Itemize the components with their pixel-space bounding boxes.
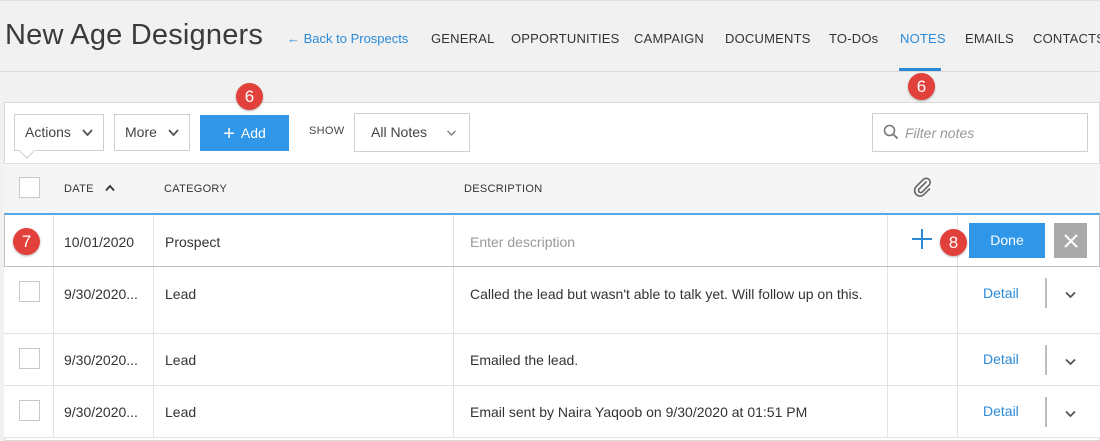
detail-link[interactable]: Detail: [983, 285, 1019, 301]
row-category: Lead: [165, 404, 197, 420]
column-divider: [887, 215, 888, 266]
sort-ascending-icon: [105, 183, 115, 195]
column-divider: [453, 267, 454, 334]
row-checkbox[interactable]: [19, 281, 40, 302]
edit-category-field[interactable]: Prospect: [165, 234, 220, 250]
description-input[interactable]: Enter description: [470, 234, 575, 250]
column-divider: [153, 215, 154, 266]
plus-icon: +: [223, 123, 235, 145]
more-label: More: [125, 124, 157, 140]
cancel-edit-button[interactable]: [1054, 223, 1087, 258]
dropdown-pointer: [18, 149, 36, 159]
divider: [1045, 278, 1047, 308]
column-divider: [453, 386, 454, 438]
chevron-down-icon[interactable]: [1065, 355, 1076, 369]
chevron-down-icon[interactable]: [1065, 288, 1076, 302]
row-description: Email sent by Naira Yaqoob on 9/30/2020 …: [470, 404, 808, 420]
more-dropdown[interactable]: More: [114, 114, 190, 151]
chevron-down-icon: [446, 114, 457, 167]
column-divider: [53, 386, 54, 438]
row-description: Called the lead but wasn't able to talk …: [470, 286, 863, 302]
tab-todos[interactable]: TO-DOs: [829, 31, 878, 46]
tab-general[interactable]: GENERAL: [431, 31, 495, 46]
filter-placeholder: Filter notes: [905, 125, 975, 141]
row-category: Lead: [165, 352, 197, 368]
show-value: All Notes: [371, 124, 428, 140]
select-all-checkbox[interactable]: [19, 177, 40, 198]
row-category: Lead: [165, 286, 197, 302]
tab-opportunities[interactable]: OPPORTUNITIES: [511, 31, 620, 46]
edit-date-field[interactable]: 10/01/2020: [64, 234, 134, 250]
column-header-date[interactable]: DATE: [64, 183, 115, 195]
annotation-badge: 8: [940, 229, 967, 256]
chevron-down-icon: [82, 115, 93, 165]
column-header-description[interactable]: DESCRIPTION: [464, 183, 542, 195]
column-divider: [887, 334, 888, 386]
search-icon: [883, 124, 899, 145]
annotation-badge: 6: [236, 83, 263, 110]
column-divider: [53, 334, 54, 386]
back-to-prospects-link[interactable]: ← Back to Prospects: [287, 31, 408, 46]
column-divider: [887, 267, 888, 334]
tab-campaign[interactable]: CAMPAIGN: [634, 31, 704, 46]
column-divider: [957, 267, 958, 334]
divider: [1045, 345, 1047, 375]
annotation-badge: 6: [908, 73, 935, 100]
actions-label: Actions: [25, 124, 71, 140]
column-divider: [887, 386, 888, 438]
done-button[interactable]: Done: [969, 223, 1045, 258]
row-checkbox[interactable]: [19, 400, 40, 421]
column-divider: [453, 215, 454, 266]
detail-link[interactable]: Detail: [983, 351, 1019, 367]
column-divider: [153, 334, 154, 386]
page-header: New Age Designers ← Back to Prospects GE…: [0, 0, 1100, 72]
column-divider: [153, 386, 154, 438]
close-icon: [1063, 234, 1078, 248]
tab-contacts[interactable]: CONTACTS: [1033, 31, 1100, 46]
add-label: Add: [240, 125, 266, 141]
tab-documents[interactable]: DOCUMENTS: [725, 31, 811, 46]
divider: [1045, 397, 1047, 427]
actions-dropdown[interactable]: Actions: [14, 114, 104, 151]
tab-emails[interactable]: EMAILS: [965, 31, 1014, 46]
column-divider: [153, 267, 154, 334]
column-header-category[interactable]: CATEGORY: [164, 183, 227, 195]
row-checkbox[interactable]: [19, 348, 40, 369]
column-divider: [53, 267, 54, 334]
attachment-icon: [912, 176, 932, 203]
page-title: New Age Designers: [5, 19, 264, 51]
detail-link[interactable]: Detail: [983, 403, 1019, 419]
tab-notes[interactable]: NOTES: [900, 31, 946, 46]
column-divider: [957, 386, 958, 438]
show-label: SHOW: [309, 125, 345, 137]
row-date: 9/30/2020...: [64, 352, 138, 368]
chevron-down-icon[interactable]: [1065, 407, 1076, 421]
active-tab-indicator: [899, 68, 941, 71]
show-filter-select[interactable]: All Notes: [354, 113, 470, 152]
row-date: 9/30/2020...: [64, 404, 138, 420]
row-date: 9/30/2020...: [64, 286, 138, 302]
annotation-badge: 7: [13, 228, 40, 255]
filter-notes-input[interactable]: Filter notes: [872, 113, 1088, 152]
column-divider: [957, 334, 958, 386]
chevron-down-icon: [168, 115, 179, 165]
add-attachment-icon[interactable]: [910, 227, 934, 256]
column-divider: [53, 215, 54, 266]
column-divider: [453, 334, 454, 386]
row-description: Emailed the lead.: [470, 352, 579, 368]
add-note-button[interactable]: + Add: [200, 115, 289, 151]
